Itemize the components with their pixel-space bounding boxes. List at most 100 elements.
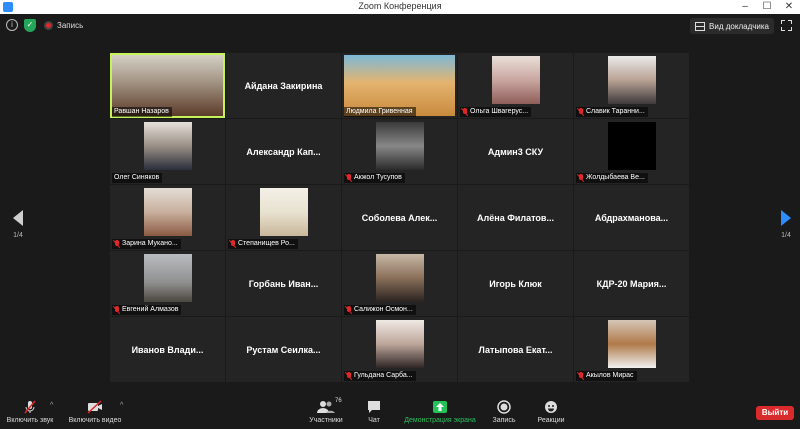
participant-name: Гульдана Сарба... [354,372,413,379]
participant-tile[interactable]: Олег Синяков [110,119,225,184]
mic-muted-icon [230,240,236,248]
previous-page-button[interactable]: 1/4 [10,210,26,239]
participant-tile[interactable]: Горбань Иван... [226,251,341,316]
arrow-right-icon [781,210,791,226]
participants-label: Участники [309,417,343,424]
participant-tile[interactable]: Зарина Мукано... [110,185,225,250]
page-indicator-right: 1/4 [781,232,791,239]
close-window-button[interactable]: ✕ [778,0,800,14]
participant-name: Акылов Мирас [586,372,634,379]
participant-tile[interactable]: Гульдана Сарба... [342,317,457,382]
participant-name: Латыпова Екат... [478,344,553,355]
participant-name-label: Славик Таранни... [576,107,648,117]
participant-video [607,122,656,170]
speaker-view-button[interactable]: Вид докладчика [690,18,774,34]
start-video-button[interactable]: Включить видео [64,400,126,424]
participant-video [143,188,192,236]
participant-tile[interactable]: Соболева Алек... [342,185,457,250]
mic-muted-icon [4,400,56,414]
participant-tile[interactable]: Латыпова Екат... [458,317,573,382]
participant-tile[interactable]: Евгений Алмазов [110,251,225,316]
participant-name-label: Гульдана Сарба... [344,371,416,381]
participant-tile[interactable]: Акылов Мирас [574,317,689,382]
next-page-button[interactable]: 1/4 [778,210,794,239]
meeting-info-icon[interactable]: i [6,19,18,31]
mic-muted-icon [578,174,584,182]
participant-name: Рустам Сеилка... [246,344,321,355]
recording-indicator[interactable]: Запись [44,18,83,32]
security-shield-icon[interactable]: ✓ [24,19,36,32]
participant-tile[interactable]: КДР-20 Мария... [574,251,689,316]
participant-name: Людмила Гривенная [346,108,413,115]
audio-options-chevron-icon[interactable]: ^ [50,402,53,409]
record-label: Запись [492,417,516,424]
participant-name: Жолдыбаева Ве... [586,174,645,181]
participant-tile[interactable]: Ольга Швагерус... [458,53,573,118]
fullscreen-icon[interactable] [781,20,792,31]
participant-name-label: Акылов Мирас [576,371,637,381]
participant-tile[interactable]: Рустам Сеилка... [226,317,341,382]
chat-label: Чат [368,417,380,424]
participant-name: Александр Кап... [246,146,321,157]
participants-button[interactable]: 76 Участники [304,398,348,424]
participant-name: Олег Синяков [114,174,160,181]
participant-name-label: Ольга Швагерус... [460,107,532,117]
participant-tile[interactable]: Салижон Осмон... [342,251,457,316]
mic-muted-icon [578,372,584,380]
speaker-view-icon [695,21,706,31]
participant-tile[interactable]: Жолдыбаева Ве... [574,119,689,184]
leave-meeting-button[interactable]: Выйти [756,406,794,420]
participant-name: Салижон Осмон... [354,306,413,313]
video-off-icon [64,400,126,414]
participant-name: Игорь Клюк [489,278,542,289]
participant-video [143,122,192,170]
mic-muted-icon [114,240,120,248]
reactions-smiley-icon [534,400,568,414]
recording-label: Запись [57,20,84,30]
participant-tile[interactable]: Равшан Назаров [110,53,225,118]
participant-name: Зарина Мукано... [122,240,178,247]
participant-name: Степанищев Ро... [238,240,295,247]
participant-name-label: Евгений Алмазов [112,305,182,315]
unmute-label: Включить звук [6,417,54,424]
participant-video [491,56,540,104]
participant-name: КДР-20 Мария... [596,278,667,289]
participant-tile[interactable]: Админ3 СКУ [458,119,573,184]
participant-name-label: Зарина Мукано... [112,239,181,249]
participant-tile[interactable]: Иванов Влади... [110,317,225,382]
unmute-button[interactable]: Включить звук [4,400,56,424]
minimize-button[interactable]: – [734,0,756,14]
maximize-button[interactable]: ☐ [756,0,778,14]
reactions-button[interactable]: Реакции [534,400,568,424]
participant-tile[interactable]: Степанищев Ро... [226,185,341,250]
participant-tile[interactable]: Айдана Закирина [226,53,341,118]
mic-muted-icon [346,174,352,182]
start-video-label: Включить видео [68,417,122,424]
participant-tile[interactable]: Игорь Клюк [458,251,573,316]
participant-tile[interactable]: Акжол Тусупов [342,119,457,184]
record-button[interactable]: Запись [490,400,518,424]
share-screen-button[interactable]: Демонстрация экрана [400,400,480,424]
participant-tile[interactable]: Людмила Гривенная [342,53,457,118]
participant-video [607,56,656,104]
participant-tile[interactable]: Славик Таранни... [574,53,689,118]
video-options-chevron-icon[interactable]: ^ [120,402,123,409]
participant-name: Админ3 СКУ [487,146,544,157]
participant-name-label: Жолдыбаева Ве... [576,173,648,183]
video-gallery: Равшан Назаров Айдана Закирина Людмила Гри… [110,53,690,385]
share-screen-icon [400,400,480,414]
chat-button[interactable]: Чат [362,400,386,424]
window-title: Zoom Конференция [358,1,442,11]
page-indicator-left: 1/4 [13,232,23,239]
mic-muted-icon [346,372,352,380]
participant-video [375,254,424,302]
record-icon [490,400,518,414]
participant-tile[interactable]: Александр Кап... [226,119,341,184]
participant-tile[interactable]: Абдрахманова... [574,185,689,250]
participant-name: Абдрахманова... [594,212,669,223]
participant-name: Горбань Иван... [248,278,319,289]
share-screen-label: Демонстрация экрана [404,417,476,424]
mic-muted-icon [114,306,120,314]
participant-tile[interactable]: Алёна Филатов... [458,185,573,250]
participant-name-label: Салижон Осмон... [344,305,416,315]
